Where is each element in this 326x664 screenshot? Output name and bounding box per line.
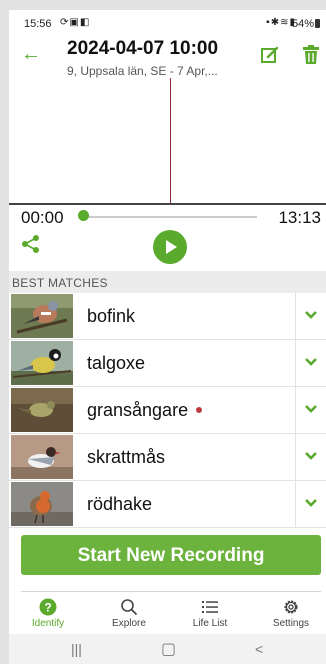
nav-label: Identify [31,618,65,629]
list-item[interactable]: bofink [9,293,326,340]
bird-thumbnail [11,341,73,385]
svg-text:?: ? [44,601,51,615]
status-bar: 15:56 ⟳▣◧ ▪✱≋▮ 54% [9,10,326,36]
home-icon[interactable]: ▢ [161,639,176,659]
nav-identify[interactable]: ? Identify [13,598,83,629]
bird-name: bofink [87,306,136,326]
bluetooth-icon: ✱ [270,17,281,28]
battery-indicator: 54% [292,18,320,30]
trash-icon[interactable] [302,45,320,65]
expand-button[interactable] [295,340,326,386]
search-icon [121,599,138,616]
battery-icon [315,19,320,28]
expand-button[interactable] [295,293,326,339]
nav-label: Life List [192,618,228,629]
notification-icon: ◧ [79,17,91,28]
spectrogram-baseline [9,203,326,205]
flag-dot [196,407,203,413]
cast-icon: ▣ [69,17,80,28]
list-item[interactable]: talgoxe [9,340,326,387]
recording-location: 9, Uppsala län, SE - 7 Apr,... [67,64,218,78]
best-matches-header: BEST MATCHES [9,271,326,293]
list-icon [202,601,218,613]
chevron-down-icon [305,405,317,413]
best-matches-title: BEST MATCHES [12,276,108,290]
list-item[interactable]: rödhake [9,481,326,528]
edit-icon[interactable] [261,46,279,64]
divider [21,591,321,592]
expand-button[interactable] [295,481,326,527]
bird-thumbnail [11,388,73,432]
status-left-icons: ⟳▣◧ [60,17,90,28]
start-new-recording-button[interactable]: Start New Recording [21,535,321,575]
recording-title: 2024-04-07 10:00 [67,38,219,59]
best-matches-list: bofink talgoxe gransångare skrattmås röd… [9,293,326,528]
sync-icon: ⟳ [60,17,70,28]
chevron-down-icon [305,499,317,507]
chevron-down-icon [305,452,317,460]
nav-explore[interactable]: Explore [94,598,164,629]
bird-name: gransångare [87,400,203,421]
bottom-nav: ? Identify Explore Life List Settings [9,598,326,634]
app-screen: 15:56 ⟳▣◧ ▪✱≋▮ 54% ← 2024-04-07 10:00 9,… [9,10,326,664]
seek-bar[interactable] [81,216,257,218]
bird-name: skrattmås [87,447,166,467]
gear-icon [284,600,298,614]
status-time: 15:56 [24,18,52,30]
nav-label: Explore [112,618,146,629]
nav-settings[interactable]: Settings [256,598,326,629]
back-arrow-icon[interactable]: ← [21,44,41,64]
total-time: 13:13 [278,208,321,227]
share-icon[interactable] [21,234,41,254]
bird-thumbnail [11,294,73,338]
bird-thumbnail [11,435,73,479]
bird-name: rödhake [87,494,153,514]
spectrogram[interactable] [9,78,326,206]
expand-button[interactable] [295,434,326,480]
battery-level: 54% [291,18,314,30]
bird-name: talgoxe [87,353,146,373]
list-item[interactable]: gransångare [9,387,326,434]
chevron-down-icon [305,358,317,366]
bird-thumbnail [11,482,73,526]
recents-icon[interactable]: ||| [71,641,82,657]
expand-button[interactable] [295,387,326,433]
playhead-line [170,78,171,204]
seek-thumb[interactable] [78,210,89,221]
system-back-icon[interactable]: < [255,641,263,657]
nav-label: Settings [272,618,310,629]
play-button[interactable] [153,230,187,264]
list-item[interactable]: skrattmås [9,434,326,481]
question-circle-icon: ? [39,598,57,616]
nav-life-list[interactable]: Life List [175,598,245,629]
system-nav-bar: ||| ▢ < [9,634,326,664]
current-time: 00:00 [21,208,64,227]
chevron-down-icon [305,311,317,319]
